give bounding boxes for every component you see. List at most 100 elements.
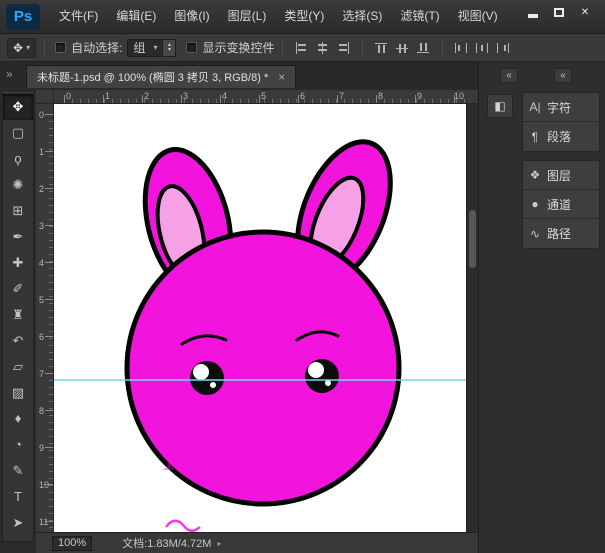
eraser-tool[interactable]: ▱ <box>3 354 33 380</box>
path-selection-tool[interactable]: ➤ <box>3 510 33 536</box>
status-options-arrow-icon[interactable]: ▸ <box>217 539 221 548</box>
panel-tab-channels[interactable]: ● 通道 <box>523 190 599 219</box>
separator <box>442 38 443 58</box>
distribute-horizontal-centers-icon[interactable] <box>476 42 489 54</box>
auto-select-dropdown[interactable]: 组 ▾ <box>127 39 163 57</box>
menu-select[interactable]: 选择(S) <box>333 0 391 33</box>
ruler-corner[interactable] <box>36 90 54 104</box>
right-eye-highlight <box>308 362 324 378</box>
align-vertical-centers-icon[interactable] <box>396 42 409 54</box>
clone-stamp-tool[interactable]: ♜ <box>3 302 33 328</box>
panel-label: 图层 <box>547 167 571 184</box>
collapsed-panel-icon[interactable]: ◧ <box>487 94 513 118</box>
panel-label: 路径 <box>547 225 571 242</box>
photoshop-logo: Ps <box>6 4 40 30</box>
right-eye-highlight-small <box>325 380 331 386</box>
menu-layer[interactable]: 图层(L) <box>219 0 276 33</box>
auto-select-spinner[interactable]: ▴ ▾ <box>163 39 176 57</box>
h-ruler-number: 4 <box>222 91 227 101</box>
pen-tool[interactable]: ✎ <box>3 458 33 484</box>
ruler-corner-right <box>466 90 478 104</box>
menu-image[interactable]: 图像(I) <box>165 0 218 33</box>
spin-down-icon: ▾ <box>168 48 171 53</box>
tab-close-icon[interactable]: × <box>278 70 285 84</box>
toolbar-expand-chevron-icon[interactable]: » <box>6 67 13 81</box>
blur-tool[interactable]: ♦ <box>3 406 33 432</box>
vertical-scrollbar-thumb[interactable] <box>469 210 476 268</box>
vertical-scrollbar[interactable] <box>466 104 478 532</box>
quick-selection-tool[interactable]: ✺ <box>3 172 33 198</box>
tool-options-bar: ✥ ▾ 自动选择: 组 ▾ ▴ ▾ 显示变换控件 <box>0 34 605 62</box>
v-ruler-number: 1 <box>39 147 44 157</box>
status-bar: 100% 文档:1.83M/4.72M ▸ <box>36 532 478 553</box>
type-tool[interactable]: T <box>3 484 33 510</box>
gradient-tool[interactable]: ▨ <box>3 380 33 406</box>
align-bottom-edges-icon[interactable] <box>417 42 430 54</box>
tool-preset-picker[interactable]: ✥ ▾ <box>7 38 36 58</box>
h-ruler-number: 7 <box>339 91 344 101</box>
close-button[interactable]: ✕ <box>575 5 595 20</box>
panel-tab-layers[interactable]: ❖ 图层 <box>523 161 599 190</box>
panel-tab-paths[interactable]: ∿ 路径 <box>523 219 599 248</box>
dock-collapse-icon[interactable]: « <box>554 68 572 83</box>
panel-group-type: A| 字符 ¶ 段落 <box>522 92 600 152</box>
align-left-edges-icon[interactable] <box>295 42 308 54</box>
h-ruler-number: 10 <box>454 91 464 101</box>
align-right-edges-icon[interactable] <box>337 42 350 54</box>
tool-strip: ✥ ▢ ϙ ✺ ⊞ ✒ ✚ ✐ ♜ ↶ ▱ ▨ ♦ ◔ ✎ T ➤ <box>2 90 34 542</box>
h-ruler-number: 6 <box>300 91 305 101</box>
panel-tab-paragraph[interactable]: ¶ 段落 <box>523 122 599 151</box>
rectangular-marquee-tool[interactable]: ▢ <box>3 120 33 146</box>
menu-view[interactable]: 视图(V) <box>449 0 507 33</box>
eyedropper-tool[interactable]: ✒ <box>3 224 33 250</box>
show-transform-checkbox[interactable] <box>186 42 197 53</box>
left-eye-highlight-small <box>210 382 216 388</box>
maximize-button[interactable] <box>549 5 569 20</box>
history-brush-tool[interactable]: ↶ <box>3 328 33 354</box>
distribute-right-icon[interactable] <box>497 42 510 54</box>
chevron-down-icon: ▾ <box>26 44 30 52</box>
move-tool-icon: ✥ <box>13 41 23 55</box>
panel-tab-character[interactable]: A| 字符 <box>523 93 599 122</box>
menu-filter[interactable]: 滤镜(T) <box>391 0 448 33</box>
menu-file[interactable]: 文件(F) <box>50 0 107 33</box>
auto-select-checkbox[interactable] <box>55 42 66 53</box>
channels-panel-icon: ● <box>523 197 547 211</box>
left-eye <box>190 361 224 395</box>
h-ruler-number: 3 <box>183 91 188 101</box>
dock-collapse-icon[interactable]: « <box>500 68 518 83</box>
photoshop-window: Ps 文件(F) 编辑(E) 图像(I) 图层(L) 类型(Y) 选择(S) 滤… <box>0 0 605 553</box>
maximize-icon <box>554 8 564 17</box>
horizontal-ruler[interactable]: 0 1 2 3 4 5 6 7 8 9 10 <box>54 90 466 104</box>
bunny-artwork: Yu <box>54 104 466 532</box>
h-ruler-number: 0 <box>66 91 71 101</box>
separator <box>44 38 45 58</box>
minimize-button[interactable] <box>523 5 543 20</box>
separator <box>282 38 283 58</box>
dodge-tool[interactable]: ◔ <box>3 432 33 458</box>
layers-panel-icon: ❖ <box>523 168 547 182</box>
menu-bar: Ps 文件(F) 编辑(E) 图像(I) 图层(L) 类型(Y) 选择(S) 滤… <box>0 0 605 34</box>
auto-select-value: 组 <box>133 39 145 56</box>
document-canvas[interactable]: Yu <box>54 104 466 532</box>
separator <box>362 38 363 58</box>
v-ruler-number: 3 <box>39 221 44 231</box>
v-ruler-number: 7 <box>39 369 44 379</box>
menu-edit[interactable]: 编辑(E) <box>107 0 165 33</box>
show-transform-label: 显示变换控件 <box>202 39 274 56</box>
align-horizontal-centers-icon[interactable] <box>316 42 329 54</box>
align-top-edges-icon[interactable] <box>375 42 388 54</box>
document-tab[interactable]: 未标题-1.psd @ 100% (椭圆 3 拷贝 3, RGB/8) * × <box>26 65 296 88</box>
vertical-ruler[interactable]: 0 1 2 3 4 5 6 7 8 9 10 11 <box>36 104 54 532</box>
spot-healing-brush-tool[interactable]: ✚ <box>3 250 33 276</box>
v-ruler-number: 6 <box>39 332 44 342</box>
brush-tool[interactable]: ✐ <box>3 276 33 302</box>
menu-type[interactable]: 类型(Y) <box>275 0 333 33</box>
crop-tool[interactable]: ⊞ <box>3 198 33 224</box>
distribute-left-icon[interactable] <box>455 42 468 54</box>
zoom-level-field[interactable]: 100% <box>52 536 92 551</box>
lasso-tool[interactable]: ϙ <box>3 146 33 172</box>
panel-label: 段落 <box>547 128 571 145</box>
menu-list: 文件(F) 编辑(E) 图像(I) 图层(L) 类型(Y) 选择(S) 滤镜(T… <box>50 0 507 33</box>
move-tool[interactable]: ✥ <box>3 94 33 120</box>
